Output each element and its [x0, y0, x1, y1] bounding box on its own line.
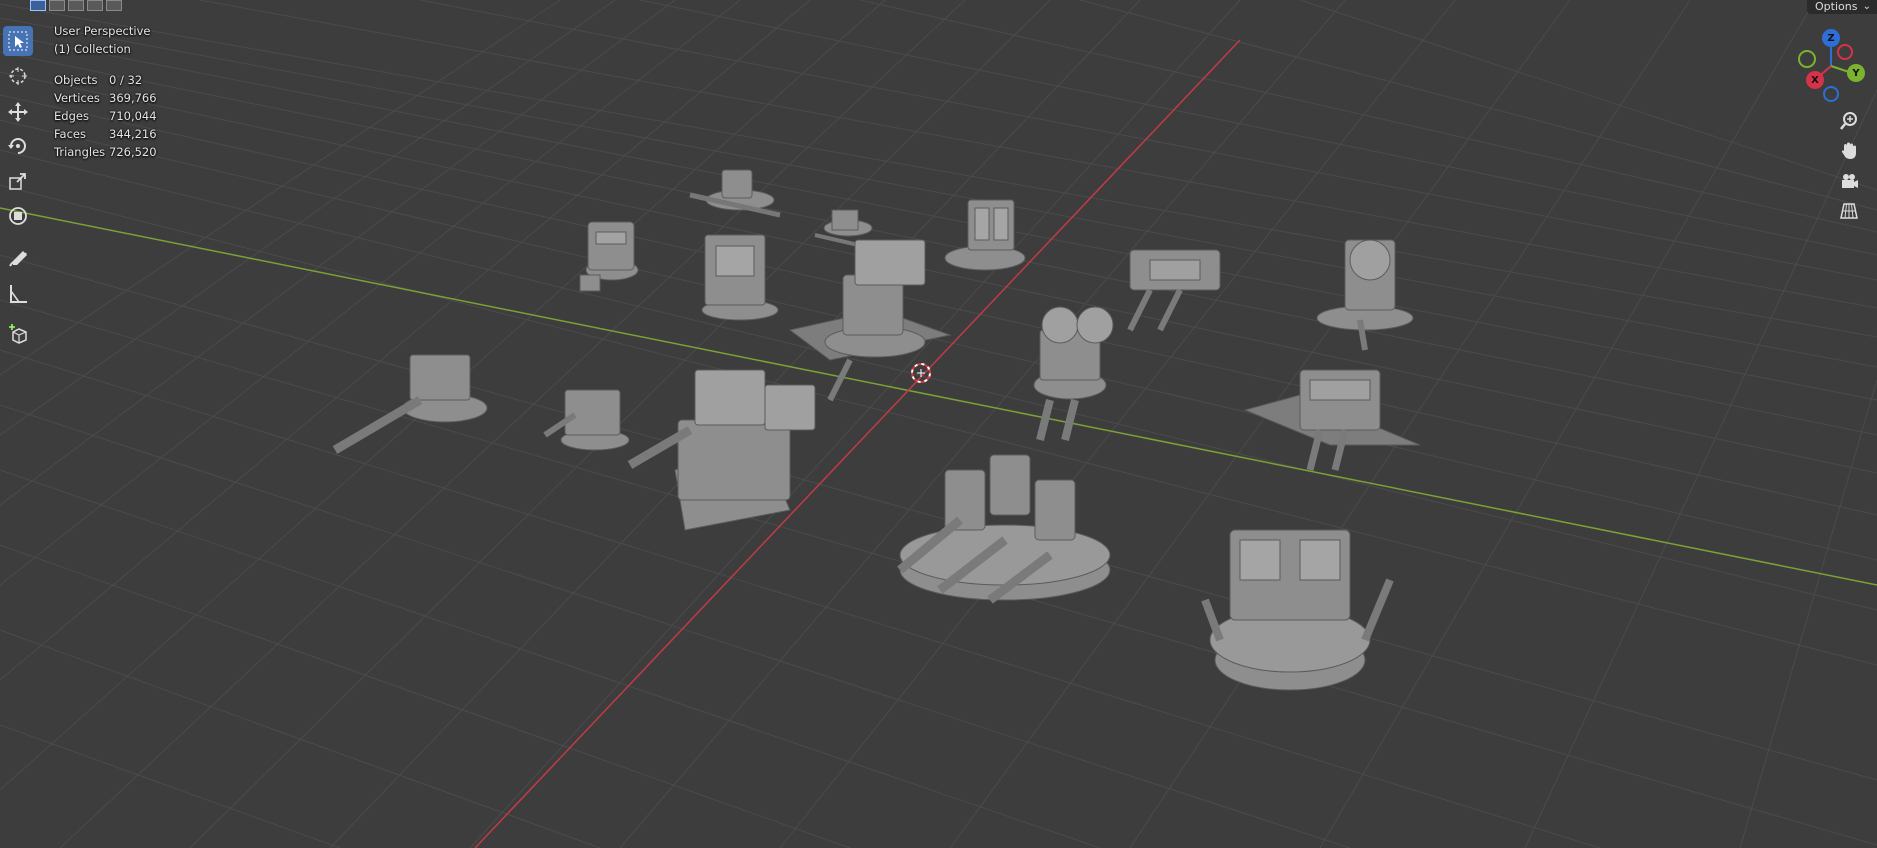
turret-model [701, 234, 779, 321]
cursor-tool[interactable] [3, 61, 33, 91]
gizmo-neg-x-axis[interactable] [1837, 44, 1853, 60]
turret-model [944, 199, 1026, 271]
stat-value: 344,216 [109, 127, 157, 141]
stat-label: Objects [54, 73, 98, 87]
move-tool[interactable] [3, 97, 33, 127]
y-axis-line [0, 207, 1877, 586]
stat-row: Objects 0 / 32 [54, 71, 157, 89]
transform-tool[interactable] [3, 201, 33, 231]
zoom-button[interactable] [1836, 108, 1862, 134]
stat-value: 726,520 [109, 145, 157, 159]
grid-perspective-icon [1840, 203, 1858, 219]
selection-mode-buttons [30, 0, 122, 12]
turret-model [543, 389, 630, 451]
camera-icon [1842, 174, 1858, 188]
scene-statistics: Objects 0 / 32 Vertices 369,766 Edges 71… [54, 71, 157, 161]
view-name: User Perspective [54, 24, 151, 38]
stat-row: Vertices 369,766 [54, 89, 157, 107]
stat-label: Edges [54, 109, 89, 123]
cursor-icon [9, 67, 27, 85]
gizmo-x-axis[interactable]: X [1806, 71, 1824, 89]
select-new-mode-icon[interactable] [30, 0, 46, 11]
navigation-gizmo[interactable]: Z Y X [1795, 26, 1871, 106]
select-intersect-mode-icon[interactable] [106, 0, 122, 11]
3d-viewport[interactable] [0, 0, 1877, 848]
annotate-icon [9, 251, 27, 267]
stat-label: Vertices [54, 91, 100, 105]
options-dropdown[interactable]: Options ⌄ [1807, 0, 1877, 14]
gizmo-x-label: X [1811, 74, 1819, 86]
annotate-tool[interactable] [3, 244, 33, 274]
gizmo-z-label: Z [1827, 32, 1835, 44]
chevron-down-icon: ⌄ [1862, 1, 1871, 12]
rotate-icon [8, 138, 26, 154]
3d-cursor [911, 363, 931, 383]
turret-model [1316, 239, 1414, 351]
stat-label: Triangles [54, 145, 106, 159]
measure-tool[interactable] [3, 279, 33, 309]
hand-icon [1841, 142, 1856, 159]
select-invert-mode-icon[interactable] [87, 0, 103, 11]
gizmo-z-axis[interactable]: Z [1822, 29, 1840, 47]
stat-value: 710,044 [109, 109, 157, 123]
select-subtract-mode-icon[interactable] [68, 0, 84, 11]
scale-icon [9, 173, 26, 190]
select-extend-mode-icon[interactable] [49, 0, 65, 11]
gizmo-y-axis[interactable]: Y [1847, 64, 1865, 82]
turret-model [897, 454, 1111, 604]
stat-row: Faces 344,216 [54, 125, 157, 143]
move-icon [8, 102, 28, 122]
options-label: Options [1815, 0, 1858, 13]
turret-model [788, 239, 952, 402]
orthographic-toggle-button[interactable] [1836, 198, 1862, 224]
stat-value: 0 / 32 [109, 73, 143, 87]
zoom-icon [1840, 112, 1857, 130]
select-box-tool[interactable] [3, 26, 33, 56]
gizmo-neg-z-axis[interactable] [1823, 86, 1839, 102]
scale-tool[interactable] [3, 166, 33, 196]
turret-model [1243, 369, 1421, 471]
viewport-grid [0, 0, 1877, 848]
turret-model [1127, 249, 1221, 332]
gizmo-neg-y-axis[interactable] [1798, 50, 1816, 68]
collection-name: (1) Collection [54, 42, 131, 56]
camera-view-button[interactable] [1836, 168, 1862, 194]
turret-model [1201, 529, 1394, 691]
rotate-tool[interactable] [3, 131, 33, 161]
measure-icon [10, 285, 27, 303]
transform-icon [9, 207, 27, 225]
pan-button[interactable] [1836, 138, 1862, 164]
select-box-icon [8, 31, 28, 51]
turret-model [332, 354, 488, 454]
stat-label: Faces [54, 127, 86, 141]
add-cube-icon [9, 324, 27, 344]
turret-model [579, 274, 601, 292]
add-cube-tool[interactable] [3, 319, 33, 349]
stat-row: Triangles 726,520 [54, 143, 157, 161]
turret-model [585, 221, 639, 281]
stat-value: 369,766 [109, 91, 157, 105]
gizmo-y-label: Y [1852, 67, 1860, 79]
stat-row: Edges 710,044 [54, 107, 157, 125]
turret-model [627, 369, 816, 531]
